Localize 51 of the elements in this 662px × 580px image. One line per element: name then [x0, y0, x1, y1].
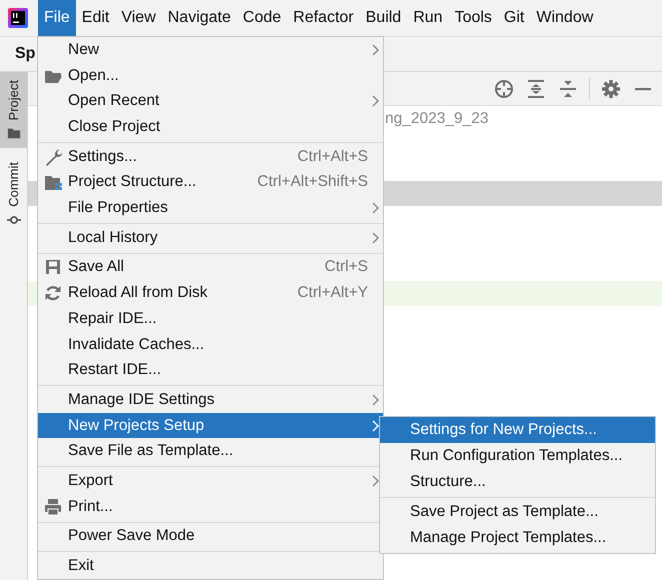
app-logo-icon[interactable] [8, 8, 28, 28]
settings-icon[interactable] [600, 78, 622, 100]
tool-window-tab[interactable]: Commit [0, 154, 27, 236]
menu-item[interactable]: Project Structure... Ctrl+Alt+Shift+S [38, 170, 383, 196]
menu-item[interactable]: File [38, 0, 76, 36]
menu-item[interactable]: Save All Ctrl+S [38, 254, 383, 280]
menu-item[interactable]: Save File as Template... [38, 438, 383, 464]
tool-window-tab[interactable]: Project [0, 72, 27, 148]
wrench-icon [44, 148, 62, 166]
menu-item[interactable]: Local History [38, 224, 383, 251]
folder-icon [6, 126, 20, 140]
menu-item[interactable]: Refactor [287, 0, 360, 36]
menu-item[interactable]: Open... [38, 62, 383, 88]
menu-item[interactable]: Invalidate Caches... [38, 332, 383, 358]
menu-item[interactable]: Restart IDE... [38, 357, 383, 384]
menu-item[interactable]: Power Save Mode [38, 524, 383, 550]
menu-item[interactable]: Tools [448, 0, 498, 36]
menu-item[interactable]: Manage Project Templates... [380, 525, 655, 551]
menu-item[interactable]: Edit [76, 0, 116, 36]
menu-item[interactable]: File Properties [38, 195, 383, 221]
menu-item[interactable]: Manage IDE Settings [38, 387, 383, 413]
shortcut-text: Ctrl+Alt+Shift+S [257, 173, 368, 192]
folder-grid-icon [44, 173, 62, 192]
menu-item[interactable]: New [38, 37, 383, 63]
project-title: Sp [15, 45, 36, 63]
menu-item[interactable]: Settings... Ctrl+Alt+S [38, 144, 383, 170]
menu-item[interactable]: Settings for New Projects... [380, 417, 655, 443]
menu-item[interactable]: Run Configuration Templates... [380, 443, 655, 469]
menu-item[interactable]: Run [407, 0, 449, 36]
menu-item[interactable]: Save Project as Template... [380, 499, 655, 525]
menu-item[interactable]: New Projects Setup [38, 412, 383, 438]
menu-item[interactable]: Structure... [380, 469, 655, 495]
shortcut-text: Ctrl+S [324, 258, 368, 276]
menu-item[interactable]: Close Project [38, 114, 383, 140]
menu-item[interactable]: Reload All from Disk Ctrl+Alt+Y [38, 280, 383, 306]
menu-item[interactable]: Repair IDE... [38, 306, 383, 332]
menu-item[interactable]: Git [498, 0, 530, 36]
menu-item[interactable]: Exit [38, 553, 383, 579]
menu-item[interactable]: Open Recent [38, 88, 383, 114]
menu-item[interactable]: Export [38, 468, 383, 494]
crosshair-icon[interactable] [493, 78, 515, 100]
shortcut-text: Ctrl+Alt+S [297, 148, 368, 166]
expand-all-icon[interactable] [525, 78, 547, 100]
menu-item[interactable]: Navigate [162, 0, 237, 36]
menu-item[interactable]: Build [360, 0, 408, 36]
menu-item[interactable]: View [115, 0, 162, 36]
shortcut-text: Ctrl+Alt+Y [297, 284, 368, 302]
menu-item[interactable]: Code [236, 0, 288, 36]
printer-icon [44, 498, 62, 516]
menu-item[interactable]: Window [530, 0, 600, 36]
reload-icon [44, 284, 62, 302]
